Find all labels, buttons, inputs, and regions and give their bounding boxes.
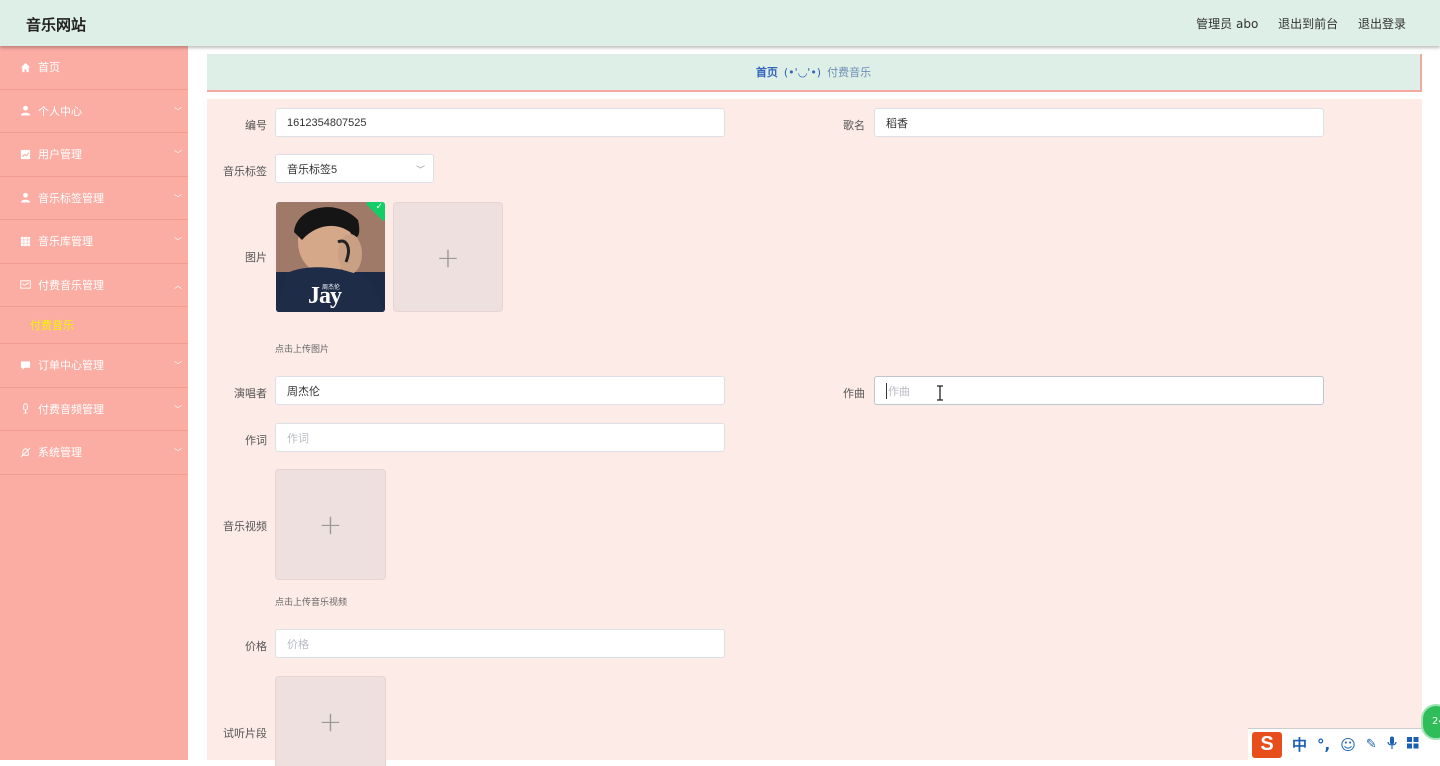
- singer-label: 演唱者: [234, 387, 267, 400]
- plus-icon: +: [318, 705, 343, 738]
- breadcrumb: 首页 (•'◡'•) 付费音乐: [207, 54, 1422, 92]
- sidebar-item-label: 订单中心管理: [38, 359, 104, 373]
- card-icon: [19, 279, 31, 291]
- sidebar-item-paid-audio[interactable]: 付费音频管理 ﹀: [0, 388, 188, 431]
- sidebar-item-music-library[interactable]: 音乐库管理 ﹀: [0, 220, 188, 264]
- plus-icon: +: [436, 240, 460, 274]
- sidebar: 首页 个人中心 ﹀ 用户管理 ﹀ 音乐标签管理 ﹀ 音乐库管理 ﹀ 付费音乐管理…: [0, 46, 188, 760]
- sidebar-item-users[interactable]: 用户管理 ﹀: [0, 133, 188, 177]
- video-upload-button[interactable]: +: [275, 469, 386, 580]
- image-upload-hint: 点击上传图片: [275, 345, 330, 355]
- music-tag-label: 音乐标签: [223, 165, 267, 178]
- trial-clip-label: 试听片段: [223, 727, 267, 740]
- album-title-text: Jay: [308, 283, 342, 309]
- sidebar-item-label: 音乐标签管理: [38, 191, 104, 205]
- price-field[interactable]: 价格: [275, 629, 725, 658]
- exit-to-front-link[interactable]: 退出到前台: [1278, 17, 1338, 31]
- sidebar-subitem-paid-music[interactable]: 付费音乐: [0, 307, 188, 344]
- breadcrumb-current: 付费音乐: [827, 66, 872, 79]
- chart-icon: [19, 148, 31, 160]
- song-name-label: 歌名: [843, 119, 865, 132]
- chevron-down-icon: ﹀: [174, 361, 182, 370]
- check-icon: ✓: [375, 202, 383, 212]
- id-field[interactable]: 1612354807525: [275, 108, 725, 137]
- sidebar-item-label: 个人中心: [38, 104, 82, 118]
- pen-icon[interactable]: ✎: [1366, 737, 1377, 752]
- composer-placeholder: 作曲: [886, 382, 910, 399]
- user-icon: [19, 192, 31, 204]
- grid-menu-icon[interactable]: [1406, 736, 1419, 753]
- chevron-down-icon: ﹀: [174, 448, 182, 457]
- sidebar-item-label: 付费音频管理: [38, 402, 104, 416]
- sidebar-item-label: 付费音乐管理: [38, 278, 104, 292]
- sidebar-item-system[interactable]: 系统管理 ﹀: [0, 431, 188, 475]
- mic-icon: [19, 403, 31, 415]
- chevron-down-icon: ﹀: [174, 237, 182, 246]
- header-links: 管理员 abo 退出到前台 退出登录: [1180, 15, 1406, 32]
- user-icon: [19, 105, 31, 117]
- sidebar-item-paid-music[interactable]: 付费音乐管理 ︿: [0, 264, 188, 307]
- paid-music-form: 编号 1612354807525 歌名 稻香 音乐标签 音乐标签5 ﹀ 图片 周…: [207, 99, 1422, 766]
- chevron-down-icon: ﹀: [174, 404, 182, 414]
- ime-toolbar: S 中 °, ☺ ✎: [1248, 728, 1440, 760]
- plus-icon: +: [318, 508, 343, 541]
- home-icon: [19, 61, 31, 73]
- lyricist-label: 作词: [245, 434, 267, 447]
- chevron-up-icon: ︿: [174, 280, 182, 290]
- logout-link[interactable]: 退出登录: [1358, 17, 1406, 31]
- site-brand: 音乐网站: [26, 16, 87, 34]
- sidebar-item-personal[interactable]: 个人中心 ﹀: [0, 90, 188, 133]
- main-content: 首页 (•'◡'•) 付费音乐 编号 1612354807525 歌名 稻香 音…: [188, 46, 1440, 766]
- breadcrumb-separator: (•'◡'•): [783, 65, 822, 79]
- image-upload-button[interactable]: +: [393, 202, 503, 312]
- video-upload-hint: 点击上传音乐视频: [275, 598, 348, 608]
- emoji-icon[interactable]: ☺: [1340, 736, 1356, 754]
- singer-field[interactable]: 周杰伦: [275, 376, 725, 405]
- speed-indicator-badge: 24: [1421, 704, 1440, 740]
- lyricist-field[interactable]: 作词: [275, 423, 725, 452]
- composer-label: 作曲: [843, 387, 865, 400]
- sogou-logo-icon[interactable]: S: [1252, 731, 1282, 758]
- breadcrumb-home[interactable]: 首页: [756, 64, 778, 80]
- chevron-down-icon: ﹀: [174, 150, 182, 159]
- sidebar-item-label: 系统管理: [38, 446, 82, 460]
- sidebar-item-home[interactable]: 首页: [0, 46, 188, 90]
- sidebar-item-label: 首页: [38, 61, 60, 75]
- chevron-down-icon: ﹀: [174, 106, 182, 116]
- sidebar-item-label: 用户管理: [38, 148, 82, 162]
- ime-mode-toggle[interactable]: 中: [1292, 734, 1307, 755]
- chevron-down-icon: ﹀: [174, 193, 182, 203]
- sidebar-item-orders[interactable]: 订单中心管理 ﹀: [0, 344, 188, 388]
- top-header: 音乐网站 管理员 abo 退出到前台 退出登录: [0, 0, 1440, 46]
- video-label: 音乐视频: [223, 520, 267, 533]
- grid-icon: [19, 235, 31, 247]
- id-label: 编号: [245, 119, 267, 132]
- bell-off-icon: [19, 446, 31, 458]
- sidebar-item-label: 音乐库管理: [38, 235, 93, 249]
- album-cover-image[interactable]: 周杰伦 Jay ✓: [276, 202, 385, 312]
- song-name-field[interactable]: 稻香: [874, 108, 1324, 137]
- text-cursor-icon: [937, 385, 943, 401]
- music-tag-value: 音乐标签5: [287, 163, 338, 176]
- image-label: 图片: [245, 251, 267, 264]
- sidebar-item-music-tags[interactable]: 音乐标签管理 ﹀: [0, 177, 188, 220]
- music-tag-select[interactable]: 音乐标签5 ﹀: [275, 154, 434, 183]
- ime-punctuation-toggle[interactable]: °,: [1317, 736, 1330, 754]
- chat-icon: [19, 359, 31, 371]
- trial-clip-upload-button[interactable]: +: [275, 676, 386, 766]
- chevron-down-icon: ﹀: [415, 165, 425, 175]
- microphone-icon[interactable]: [1387, 736, 1397, 754]
- price-label: 价格: [245, 640, 267, 653]
- admin-username: 管理员 abo: [1196, 17, 1259, 31]
